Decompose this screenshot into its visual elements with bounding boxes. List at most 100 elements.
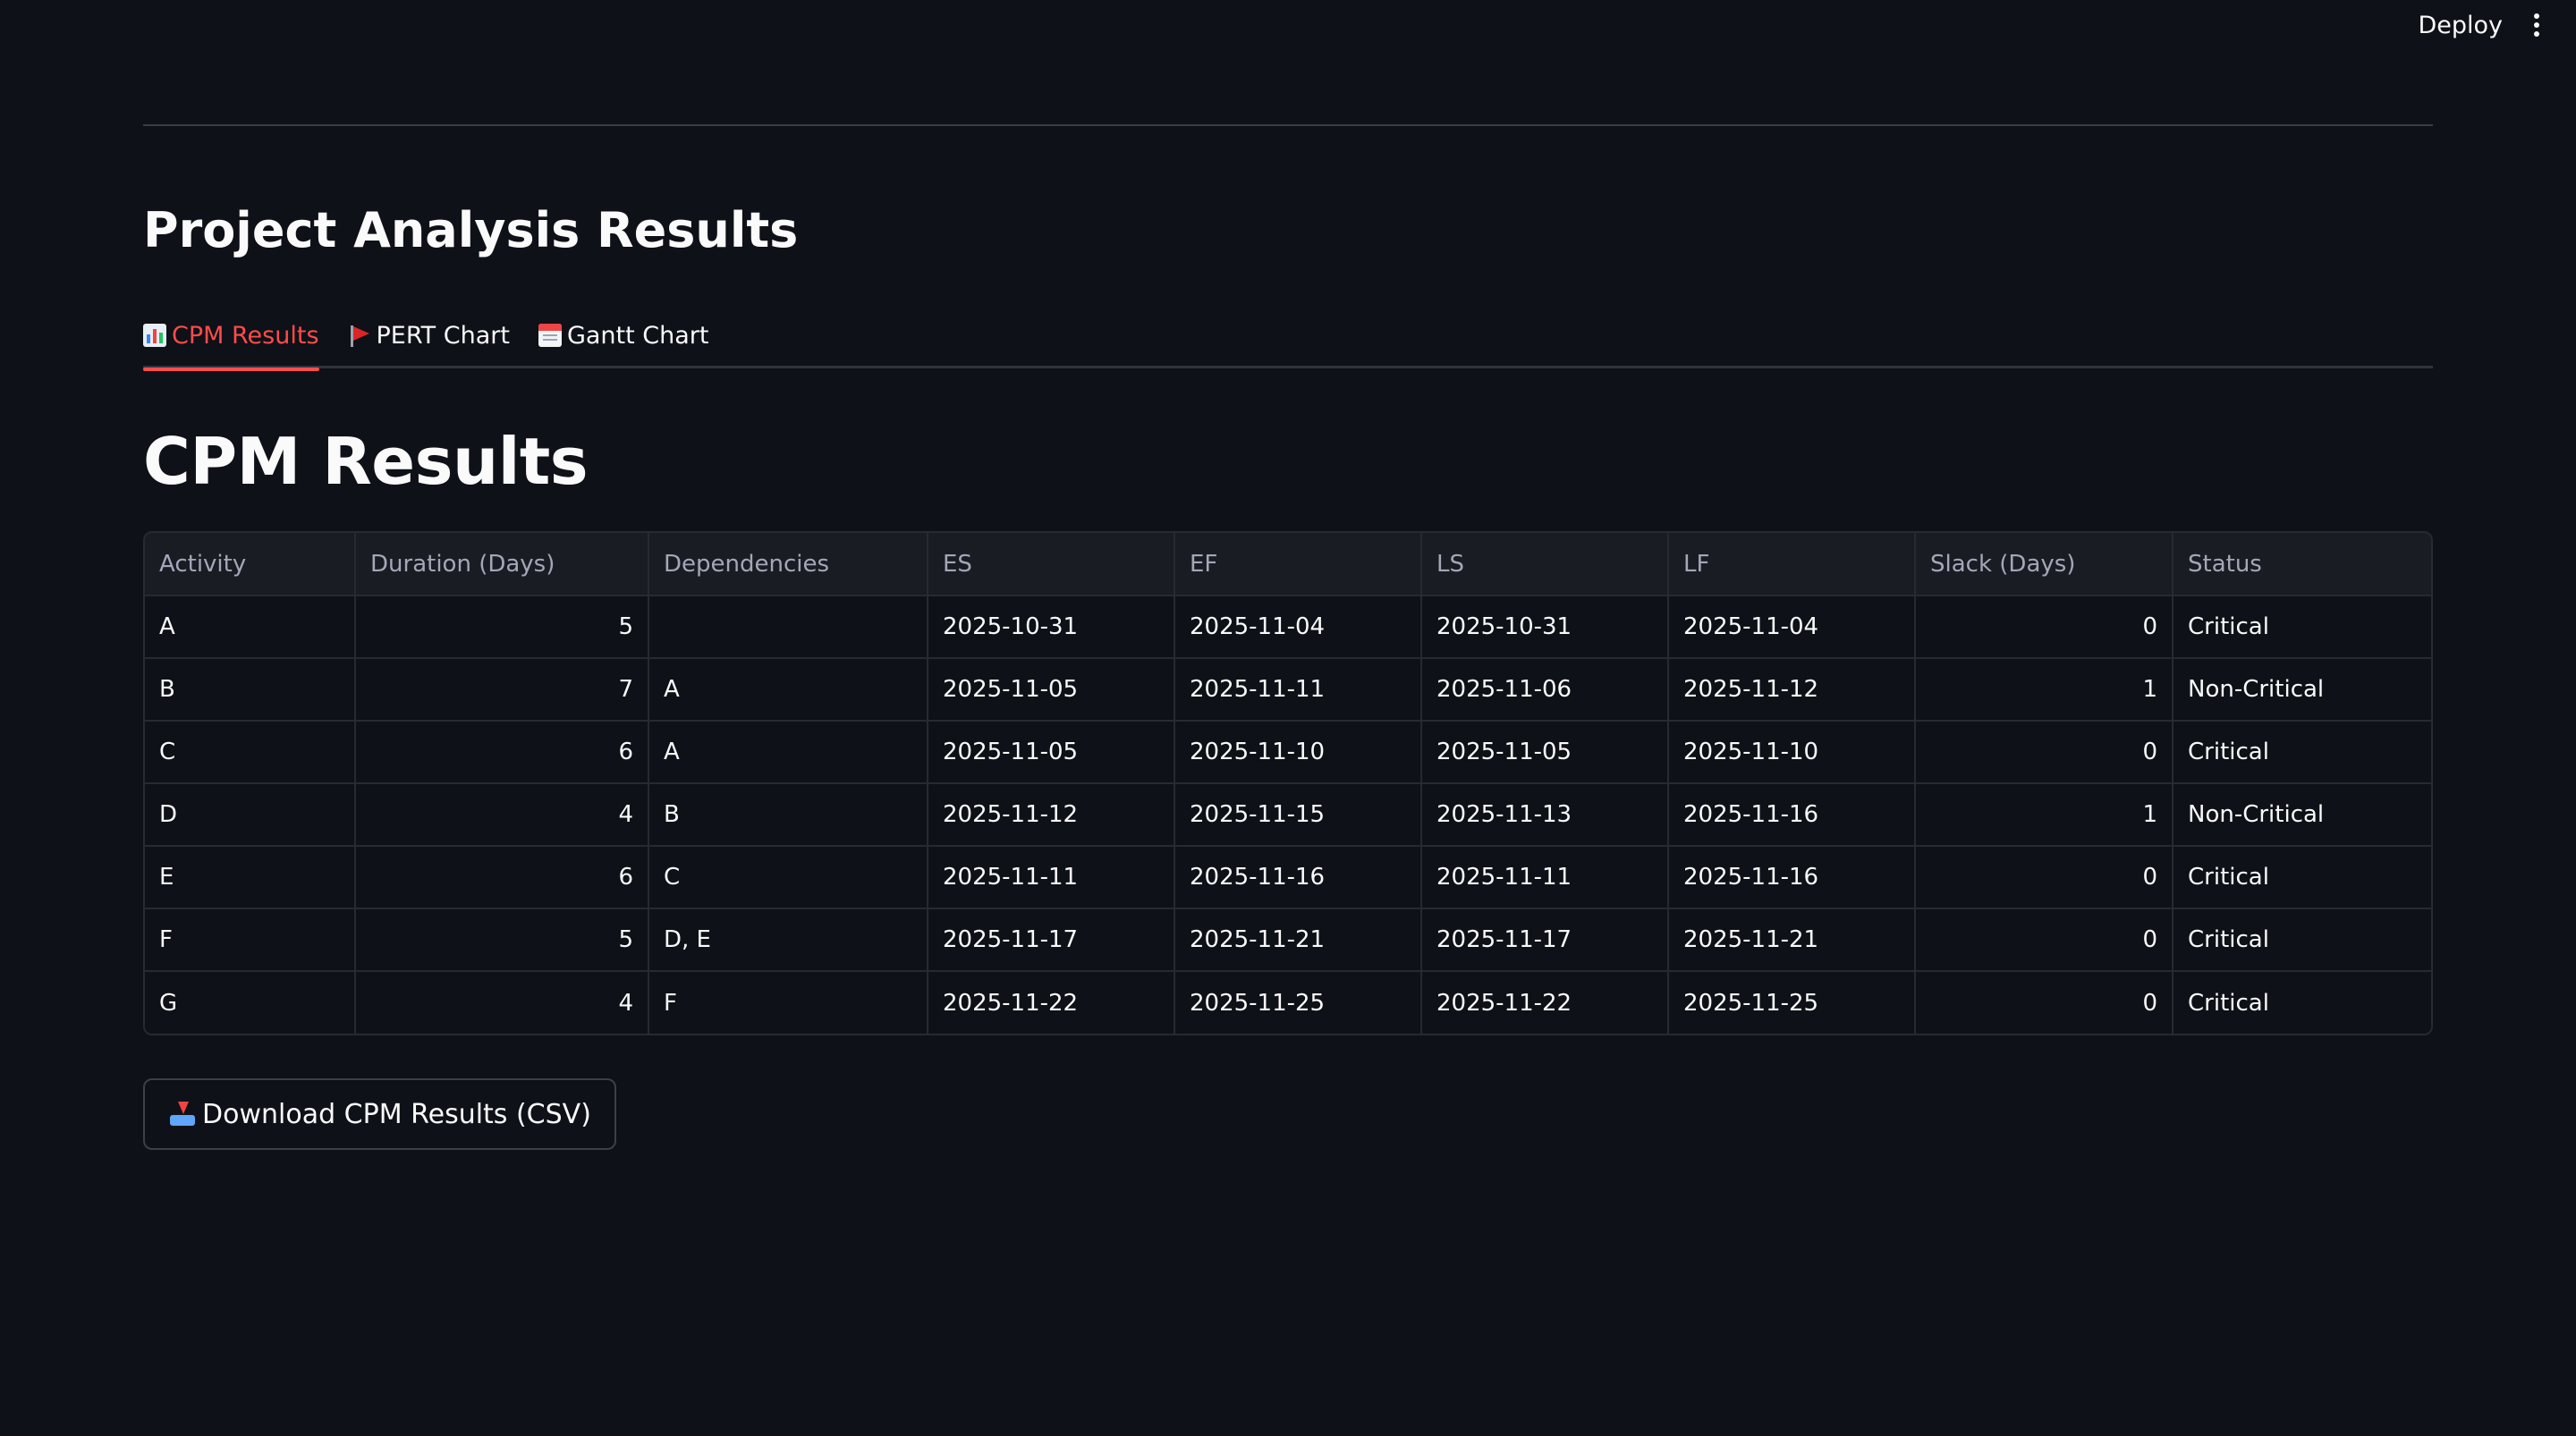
table-cell[interactable]: 0 [1915,596,2174,659]
table-cell[interactable]: A [145,596,356,659]
calendar-icon [538,324,562,347]
tab-label: Gantt Chart [566,321,709,350]
table-row: A 5 2025-10-31 2025-11-04 2025-10-31 202… [145,596,2431,659]
table-cell[interactable]: Critical [2173,908,2431,972]
column-header-slack[interactable]: Slack (Days) [1915,533,2174,596]
table-cell[interactable]: Critical [2173,846,2431,909]
column-header-es[interactable]: ES [928,533,1175,596]
column-header-activity[interactable]: Activity [145,533,356,596]
table-cell[interactable]: D [145,783,356,847]
table-cell[interactable]: 1 [1915,658,2174,722]
table-row: G 4 F 2025-11-22 2025-11-25 2025-11-22 2… [145,971,2431,1034]
table-row: E 6 C 2025-11-11 2025-11-16 2025-11-11 2… [145,846,2431,909]
table-cell[interactable]: 2025-11-16 [1174,846,1422,909]
tab-cpm-results[interactable]: CPM Results [143,308,319,371]
table-cell[interactable]: 2025-11-16 [1668,846,1916,909]
table-cell[interactable]: Critical [2173,596,2431,659]
table-cell[interactable]: 0 [1915,846,2174,909]
table-header-row: Activity Duration (Days) Dependencies ES… [145,533,2431,596]
table-cell[interactable] [648,596,928,659]
table-cell[interactable]: C [648,846,928,909]
table-cell[interactable]: 2025-11-16 [1668,783,1916,847]
flag-icon [348,324,371,347]
table-cell[interactable]: C [145,721,356,784]
table-cell[interactable]: G [145,971,356,1034]
table-cell[interactable]: 2025-11-15 [1174,783,1422,847]
table-cell[interactable]: 2025-11-21 [1174,908,1422,972]
table-cell[interactable]: 2025-11-04 [1668,596,1916,659]
inbox-tray-icon [168,1101,197,1128]
table-cell[interactable]: 2025-11-05 [928,721,1175,784]
table-cell[interactable]: Non-Critical [2173,783,2431,847]
column-header-lf[interactable]: LF [1668,533,1916,596]
table-cell[interactable]: 2025-11-12 [1668,658,1916,722]
table-cell[interactable]: F [648,971,928,1034]
table-cell[interactable]: A [648,721,928,784]
table-cell[interactable]: B [648,783,928,847]
table-cell[interactable]: 2025-11-22 [928,971,1175,1034]
cpm-results-table[interactable]: Activity Duration (Days) Dependencies ES… [143,531,2433,1035]
table-cell[interactable]: 2025-11-11 [1421,846,1669,909]
table-cell[interactable]: 2025-11-17 [928,908,1175,972]
top-toolbar: Deploy [2418,0,2576,50]
table-cell[interactable]: 2025-11-05 [1421,721,1669,784]
table-cell[interactable]: 2025-11-06 [1421,658,1669,722]
tab-bar: CPM Results PERT Chart Gantt Chart [143,308,2433,371]
table-cell[interactable]: 2025-11-11 [928,846,1175,909]
table-cell[interactable]: 2025-11-05 [928,658,1175,722]
table-row: D 4 B 2025-11-12 2025-11-15 2025-11-13 2… [145,783,2431,847]
table-cell[interactable]: F [145,908,356,972]
table-cell[interactable]: Non-Critical [2173,658,2431,722]
table-cell[interactable]: 1 [1915,783,2174,847]
download-button-label: Download CPM Results (CSV) [202,1098,591,1130]
section-title: Project Analysis Results [143,202,799,258]
table-cell[interactable]: 2025-10-31 [1421,596,1669,659]
table-cell[interactable]: 2025-11-12 [928,783,1175,847]
table-cell[interactable]: B [145,658,356,722]
table-cell[interactable]: Critical [2173,721,2431,784]
horizontal-divider [143,124,2433,126]
table-cell[interactable]: 2025-11-17 [1421,908,1669,972]
table-cell[interactable]: 2025-11-11 [1174,658,1422,722]
table-cell[interactable]: Critical [2173,971,2431,1034]
deploy-button[interactable]: Deploy [2418,12,2503,39]
table-row: C 6 A 2025-11-05 2025-11-10 2025-11-05 2… [145,721,2431,784]
table-cell[interactable]: 2025-10-31 [928,596,1175,659]
table-cell[interactable]: 2025-11-10 [1668,721,1916,784]
table-cell[interactable]: 5 [355,596,649,659]
table-cell[interactable]: 2025-11-13 [1421,783,1669,847]
column-header-dependencies[interactable]: Dependencies [648,533,928,596]
table-row: B 7 A 2025-11-05 2025-11-11 2025-11-06 2… [145,658,2431,722]
table-cell[interactable]: 0 [1915,908,2174,972]
table-cell[interactable]: 6 [355,846,649,909]
table-row: F 5 D, E 2025-11-17 2025-11-21 2025-11-1… [145,908,2431,972]
page-title: CPM Results [143,424,589,499]
tab-gantt-chart[interactable]: Gantt Chart [538,308,709,368]
more-vertical-icon[interactable] [2528,10,2546,40]
table-cell[interactable]: A [648,658,928,722]
table-cell[interactable]: 4 [355,971,649,1034]
table-cell[interactable]: D, E [648,908,928,972]
table-cell[interactable]: 0 [1915,971,2174,1034]
column-header-ls[interactable]: LS [1421,533,1669,596]
tab-label: PERT Chart [376,321,510,350]
table-cell[interactable]: 5 [355,908,649,972]
table-cell[interactable]: 4 [355,783,649,847]
table-cell[interactable]: 0 [1915,721,2174,784]
column-header-ef[interactable]: EF [1174,533,1422,596]
table-cell[interactable]: E [145,846,356,909]
table-cell[interactable]: 2025-11-21 [1668,908,1916,972]
table-cell[interactable]: 7 [355,658,649,722]
download-csv-button[interactable]: Download CPM Results (CSV) [143,1078,616,1150]
tab-pert-chart[interactable]: PERT Chart [348,308,510,368]
table-cell[interactable]: 2025-11-25 [1174,971,1422,1034]
column-header-status[interactable]: Status [2173,533,2431,596]
table-cell[interactable]: 2025-11-25 [1668,971,1916,1034]
table-cell[interactable]: 2025-11-22 [1421,971,1669,1034]
tab-label: CPM Results [172,321,319,350]
bar-chart-icon [143,324,166,347]
column-header-duration[interactable]: Duration (Days) [355,533,649,596]
table-cell[interactable]: 6 [355,721,649,784]
table-cell[interactable]: 2025-11-10 [1174,721,1422,784]
table-cell[interactable]: 2025-11-04 [1174,596,1422,659]
